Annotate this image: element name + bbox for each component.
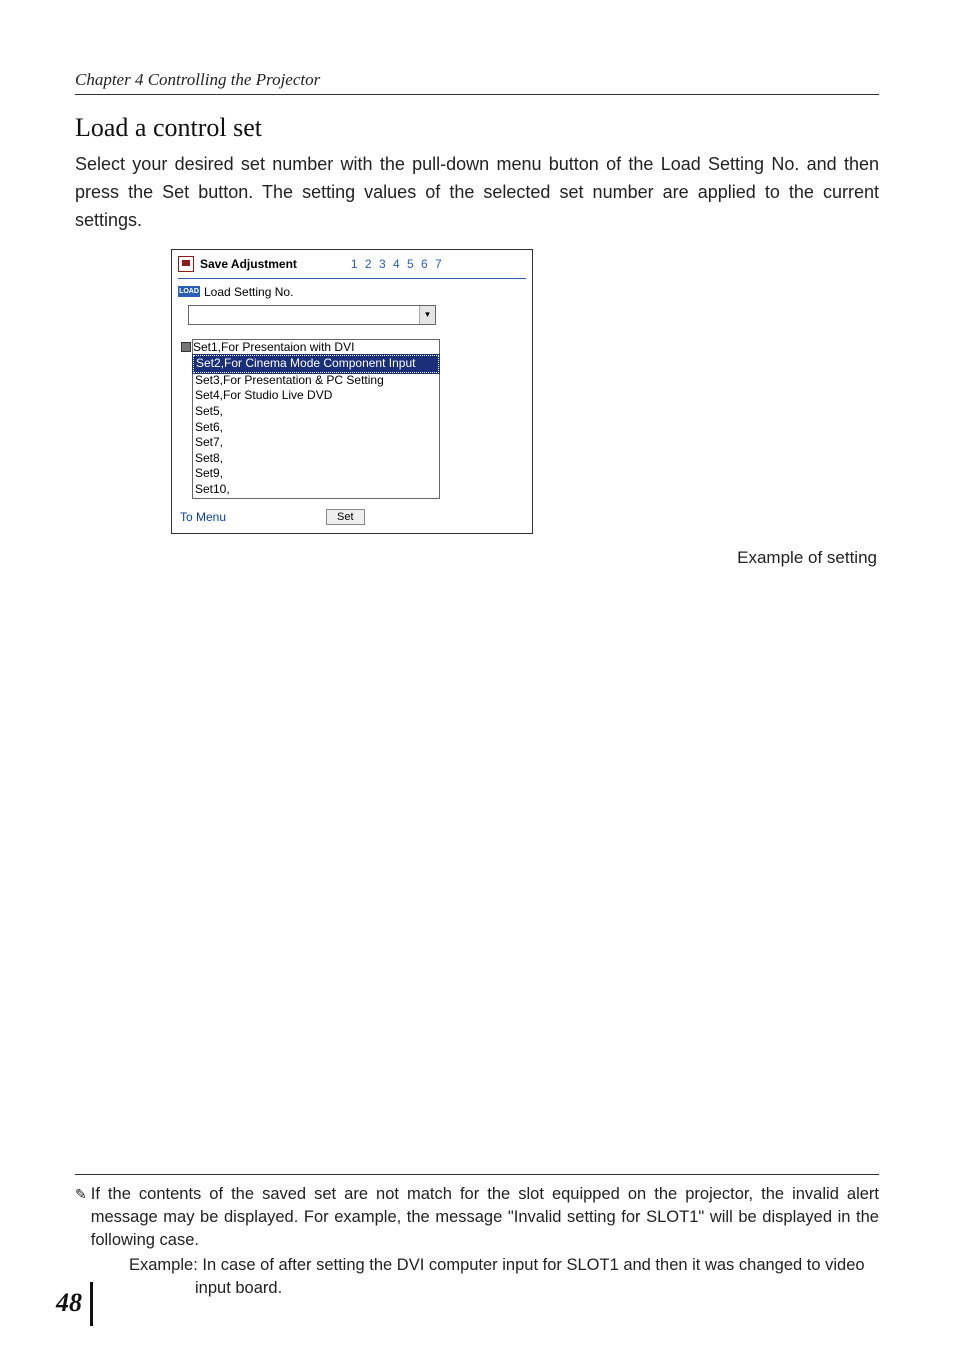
- divider: [178, 278, 526, 279]
- footer-rule: [75, 1174, 879, 1175]
- page-number-links[interactable]: 1 2 3 4 5 6 7: [351, 257, 444, 271]
- footnote-example: Example: In case of after setting the DV…: [161, 1254, 879, 1300]
- load-setting-row: LOAD Load Setting No.: [178, 285, 526, 299]
- dropdown-option[interactable]: Set7,: [193, 435, 439, 451]
- dropdown-option[interactable]: Set4,For Studio Live DVD: [193, 388, 439, 404]
- load-setting-dropdown[interactable]: ▼: [188, 305, 436, 325]
- option-icon: [181, 342, 191, 352]
- dropdown-option[interactable]: Set8,: [193, 451, 439, 467]
- chapter-header: Chapter 4 Controlling the Projector: [75, 70, 879, 95]
- dropdown-option[interactable]: Set1,For Presentaion with DVI: [179, 340, 439, 356]
- section-title: Load a control set: [75, 113, 879, 143]
- dropdown-option[interactable]: Set10,: [193, 482, 439, 498]
- dropdown-option[interactable]: Set6,: [193, 420, 439, 436]
- bottom-controls: To Menu Set: [178, 509, 526, 525]
- save-adjustment-row: Save Adjustment 1 2 3 4 5 6 7: [178, 256, 526, 276]
- dropdown-option[interactable]: Set9,: [193, 466, 439, 482]
- screenshot-panel: Save Adjustment 1 2 3 4 5 6 7 LOAD Load …: [171, 249, 533, 534]
- option-label: Set1,For Presentaion with DVI: [193, 340, 354, 356]
- footnote-text: If the contents of the saved set are not…: [91, 1183, 879, 1252]
- page-number: 48: [56, 1282, 93, 1326]
- footer-area: ✎ If the contents of the saved set are n…: [75, 1174, 879, 1300]
- to-menu-link[interactable]: To Menu: [180, 510, 226, 524]
- load-setting-label: Load Setting No.: [204, 285, 293, 299]
- footnote-block: ✎ If the contents of the saved set are n…: [75, 1183, 879, 1300]
- load-icon: LOAD: [178, 286, 200, 297]
- save-label: Save Adjustment: [200, 257, 297, 271]
- section-body: Select your desired set number with the …: [75, 151, 879, 235]
- save-icon: [178, 256, 194, 272]
- dropdown-option[interactable]: Set3,For Presentation & PC Setting: [193, 373, 439, 389]
- set-button[interactable]: Set: [326, 509, 365, 525]
- dropdown-list: Set1,For Presentaion with DVI Set2,For C…: [192, 339, 440, 499]
- dropdown-container: ▼ Set1,For Presentaion with DVI Set2,For…: [188, 305, 436, 499]
- dropdown-option[interactable]: Set5,: [193, 404, 439, 420]
- chevron-down-icon[interactable]: ▼: [419, 306, 435, 324]
- dropdown-input[interactable]: [189, 306, 419, 324]
- pencil-icon: ✎: [75, 1185, 87, 1252]
- screenshot-caption: Example of setting: [75, 548, 877, 568]
- dropdown-option-selected[interactable]: Set2,For Cinema Mode Component Input: [193, 355, 439, 373]
